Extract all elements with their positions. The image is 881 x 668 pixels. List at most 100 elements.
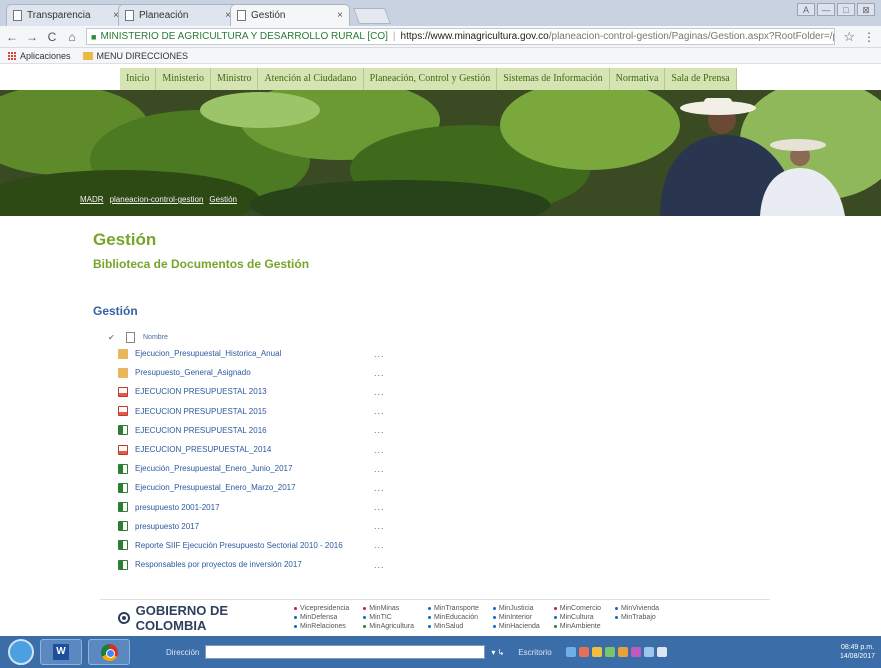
nav-sistemas-informacion[interactable]: Sistemas de Información: [497, 68, 610, 90]
address-toolbar-input[interactable]: [205, 645, 486, 659]
ministry-link[interactable]: MinDefensa: [294, 613, 349, 622]
ministry-link[interactable]: MinRelaciones: [294, 622, 349, 631]
nav-planeacion[interactable]: Planeación, Control y Gestión: [364, 68, 498, 90]
ministry-link[interactable]: MinCultura: [553, 613, 601, 622]
more-options-button[interactable]: ...: [374, 502, 385, 512]
select-all-checkbox[interactable]: ✔: [108, 333, 118, 342]
column-nombre[interactable]: Nombre: [143, 334, 168, 341]
document-link[interactable]: EJECUCION PRESUPUESTAL 2015: [135, 407, 267, 416]
ministry-link[interactable]: MinInterior: [492, 613, 540, 622]
breadcrumb-gestion[interactable]: Gestión: [209, 195, 237, 204]
profile-button[interactable]: A: [797, 3, 815, 16]
taskbar-chrome[interactable]: [88, 639, 130, 665]
document-link[interactable]: presupuesto 2001-2017: [135, 503, 220, 512]
ministry-link[interactable]: MinHacienda: [492, 622, 540, 631]
more-options-button[interactable]: ...: [374, 483, 385, 493]
ministry-link[interactable]: MinSalud: [428, 622, 479, 631]
nav-ministerio[interactable]: Ministerio: [156, 68, 211, 90]
tray-icon[interactable]: [630, 647, 641, 657]
bookmark-aplicaciones[interactable]: Aplicaciones: [8, 51, 71, 61]
more-options-button[interactable]: ...: [374, 349, 385, 359]
start-button[interactable]: [8, 639, 34, 665]
ministry-link[interactable]: Vicepresidencia: [294, 604, 349, 613]
document-link[interactable]: Ejecucion_Presupuestal_Enero_Marzo_2017: [135, 483, 296, 492]
list-item[interactable]: presupuesto 2001-2017...: [108, 498, 408, 517]
more-options-button[interactable]: ...: [374, 521, 385, 531]
tab-gestion[interactable]: Gestión ×: [230, 4, 350, 26]
bookmark-star-icon[interactable]: ☆: [843, 29, 855, 45]
tab-planeacion[interactable]: Planeación ×: [118, 4, 238, 26]
document-link[interactable]: EJECUCION PRESUPUESTAL 2013: [135, 387, 267, 396]
tray-icon[interactable]: [565, 647, 576, 657]
forward-button[interactable]: →: [26, 30, 38, 44]
ministry-link[interactable]: MinVivienda: [615, 604, 659, 613]
document-link[interactable]: EJECUCION PRESUPUESTAL 2016: [135, 426, 267, 435]
list-item[interactable]: presupuesto 2017...: [108, 517, 408, 536]
close-icon[interactable]: ×: [337, 10, 343, 21]
document-link[interactable]: Presupuesto_General_Asignado: [135, 368, 251, 377]
tray-icon[interactable]: [604, 647, 615, 657]
minimize-button[interactable]: —: [817, 3, 835, 16]
ministry-link[interactable]: MinJusticia: [492, 604, 540, 613]
list-item[interactable]: EJECUCION PRESUPUESTAL 2016...: [108, 421, 408, 440]
breadcrumb-planeacion[interactable]: planeacion-control-gestion: [110, 195, 204, 204]
new-tab-button[interactable]: [353, 8, 391, 24]
ministry-link[interactable]: MinTrabajo: [615, 613, 659, 622]
list-item[interactable]: Responsables por proyectos de inversión …: [108, 555, 408, 574]
more-options-button[interactable]: ...: [374, 425, 385, 435]
list-item[interactable]: Ejecucion_Presupuestal_Historica_Anual..…: [108, 344, 408, 363]
list-item[interactable]: EJECUCION PRESUPUESTAL 2015...: [108, 402, 408, 421]
taskbar-word[interactable]: W: [40, 639, 82, 665]
ministry-link[interactable]: MinTIC: [363, 613, 414, 622]
tray-icon[interactable]: [578, 647, 589, 657]
tray-icon[interactable]: [643, 647, 654, 657]
ministry-link[interactable]: MinMinas: [363, 604, 414, 613]
tray-icon[interactable]: [617, 647, 628, 657]
reload-button[interactable]: C: [46, 30, 58, 44]
tray-icon[interactable]: [591, 647, 602, 657]
document-link[interactable]: Reporte SIIF Ejecución Presupuesto Secto…: [135, 541, 343, 550]
nav-normativa[interactable]: Normativa: [610, 68, 666, 90]
back-button[interactable]: ←: [6, 30, 18, 44]
document-link[interactable]: EJECUCION_PRESUPUESTAL_2014: [135, 445, 271, 454]
list-item[interactable]: EJECUCION PRESUPUESTAL 2013...: [108, 382, 408, 401]
ministry-link[interactable]: MinEducación: [428, 613, 479, 622]
more-options-button[interactable]: ...: [374, 540, 385, 550]
ministry-link[interactable]: MinComercio: [553, 604, 601, 613]
list-item[interactable]: Ejecucion_Presupuestal_Enero_Marzo_2017.…: [108, 478, 408, 497]
home-button[interactable]: ⌂: [66, 30, 78, 44]
more-options-button[interactable]: ...: [374, 445, 385, 455]
document-link[interactable]: Ejecucion_Presupuestal_Historica_Anual: [135, 349, 281, 358]
list-item[interactable]: Presupuesto_General_Asignado...: [108, 363, 408, 382]
more-options-button[interactable]: ...: [374, 406, 385, 416]
tray-icon[interactable]: [656, 647, 667, 657]
nav-atencion-ciudadano[interactable]: Atención al Ciudadano: [258, 68, 364, 90]
more-options-button[interactable]: ...: [374, 464, 385, 474]
ministry-link[interactable]: MinAmbiente: [553, 622, 601, 631]
browser-menu-button[interactable]: ⋮: [863, 30, 875, 44]
document-link[interactable]: Ejecución_Presupuestal_Enero_Junio_2017: [135, 464, 292, 473]
desktop-toolbar-label[interactable]: Escritorio: [518, 648, 551, 657]
breadcrumb-madr[interactable]: MADR: [80, 195, 104, 204]
section-title[interactable]: Gestión: [93, 304, 138, 318]
document-link[interactable]: presupuesto 2017: [135, 522, 199, 531]
address-bar[interactable]: ■ MINISTERIO DE AGRICULTURA Y DESARROLLO…: [86, 28, 836, 45]
list-item[interactable]: Ejecución_Presupuestal_Enero_Junio_2017.…: [108, 459, 408, 478]
ministry-link[interactable]: MinTransporte: [428, 604, 479, 613]
list-item[interactable]: EJECUCION_PRESUPUESTAL_2014...: [108, 440, 408, 459]
maximize-button[interactable]: □: [837, 3, 855, 16]
nav-inicio[interactable]: Inicio: [120, 68, 157, 90]
gobierno-logo[interactable]: GOBIERNO DE COLOMBIA: [118, 603, 294, 633]
ministry-link[interactable]: MinAgricultura: [363, 622, 414, 631]
document-link[interactable]: Responsables por proyectos de inversión …: [135, 560, 302, 569]
tab-transparencia[interactable]: Transparencia ×: [6, 4, 126, 26]
close-window-button[interactable]: ⊠: [857, 3, 875, 16]
more-options-button[interactable]: ...: [374, 560, 385, 570]
bookmark-menu-direcciones[interactable]: MENU DIRECCIONES: [82, 51, 188, 61]
nav-ministro[interactable]: Ministro: [211, 68, 259, 90]
more-options-button[interactable]: ...: [374, 368, 385, 378]
nav-sala-prensa[interactable]: Sala de Prensa: [665, 68, 737, 90]
address-go-button[interactable]: ▾ ↳: [491, 648, 504, 657]
clock[interactable]: 08:49 p.m. 14/08/2017: [840, 643, 875, 661]
list-item[interactable]: Reporte SIIF Ejecución Presupuesto Secto…: [108, 536, 408, 555]
